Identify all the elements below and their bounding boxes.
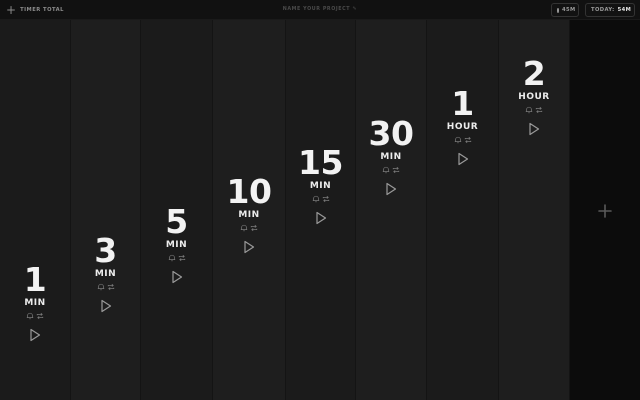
bell-icon[interactable] (26, 312, 34, 320)
bell-icon[interactable] (525, 106, 533, 114)
timer-column[interactable]: 15 MIN (286, 20, 356, 400)
timer-unit: MIN (380, 152, 402, 162)
timer-unit: HOUR (446, 122, 479, 132)
timer-options (240, 224, 258, 232)
timer-options (26, 312, 44, 320)
project-name-field[interactable]: NAME YOUR PROJECT ✎ (0, 6, 640, 12)
timer-options (382, 166, 400, 174)
running-timer-chip[interactable]: 45M (551, 3, 579, 17)
timer-column[interactable]: 5 MIN (141, 20, 213, 400)
play-icon[interactable] (457, 152, 469, 166)
timer-column[interactable]: 1 MIN (0, 20, 71, 400)
timer-unit: HOUR (518, 92, 550, 102)
play-icon[interactable] (243, 240, 255, 254)
timer-options (525, 106, 543, 114)
timer-options (312, 195, 330, 203)
timer-column[interactable]: 1 HOUR (427, 20, 499, 400)
timer-value: 15 (298, 143, 343, 182)
timer-column[interactable]: 30 MIN (356, 20, 427, 400)
timer-card: 1 MIN (0, 260, 70, 342)
running-timer-value: 45M (562, 7, 576, 13)
pencil-icon: ✎ (352, 6, 358, 12)
bell-icon[interactable] (454, 136, 462, 144)
add-timer-panel[interactable] (570, 20, 640, 400)
top-bar: + TIMER TOTAL NAME YOUR PROJECT ✎ 45M TO… (0, 0, 640, 20)
bell-icon[interactable] (382, 166, 390, 174)
timer-unit: MIN (24, 298, 46, 308)
timer-card: 5 MIN (141, 202, 212, 284)
timer-value: 1 (23, 260, 47, 299)
plus-icon[interactable] (597, 203, 613, 219)
timer-value: 3 (94, 231, 117, 270)
timer-value: 30 (368, 114, 414, 153)
timer-card: 2 HOUR (499, 54, 569, 136)
timer-app: + TIMER TOTAL NAME YOUR PROJECT ✎ 45M TO… (0, 0, 640, 400)
timer-column[interactable]: 3 MIN (71, 20, 141, 400)
project-name-placeholder: NAME YOUR PROJECT (282, 7, 351, 12)
timer-value: 10 (226, 172, 272, 211)
clock-icon (557, 7, 559, 13)
today-label: TODAY: (591, 7, 615, 13)
play-icon[interactable] (385, 182, 397, 196)
timer-card: 30 MIN (356, 114, 426, 196)
play-icon[interactable] (171, 270, 183, 284)
timer-card: 1 HOUR (427, 84, 498, 166)
timer-unit: MIN (94, 269, 117, 279)
timer-options (97, 283, 115, 291)
repeat-icon[interactable] (535, 106, 543, 114)
timer-column[interactable]: 10 MIN (213, 20, 286, 400)
repeat-icon[interactable] (107, 283, 115, 291)
timer-unit: MIN (238, 210, 260, 220)
timer-value: 5 (165, 202, 188, 241)
timer-columns: 1 MIN 3 MIN 5 MIN 10 MIN 15 MIN 30 MIN 1… (0, 20, 570, 400)
timer-unit: MIN (309, 181, 332, 191)
timer-card: 10 MIN (213, 172, 285, 254)
play-icon[interactable] (100, 299, 112, 313)
timer-value: 2 (522, 54, 546, 93)
play-icon[interactable] (29, 328, 41, 342)
timer-column[interactable]: 2 HOUR (499, 20, 570, 400)
timer-value: 1 (451, 84, 474, 123)
repeat-icon[interactable] (322, 195, 330, 203)
repeat-icon[interactable] (250, 224, 258, 232)
play-icon[interactable] (315, 211, 327, 225)
timer-card: 15 MIN (286, 143, 355, 225)
today-value: 54M (617, 7, 632, 13)
today-total-chip[interactable]: TODAY: 54M (585, 3, 635, 17)
repeat-icon[interactable] (178, 254, 186, 262)
play-icon[interactable] (528, 122, 540, 136)
timer-unit: MIN (165, 240, 188, 250)
repeat-icon[interactable] (464, 136, 472, 144)
timer-options (168, 254, 186, 262)
bell-icon[interactable] (240, 224, 248, 232)
timer-options (454, 136, 472, 144)
bell-icon[interactable] (168, 254, 176, 262)
repeat-icon[interactable] (36, 312, 44, 320)
timer-card: 3 MIN (71, 231, 140, 313)
bell-icon[interactable] (312, 195, 320, 203)
bell-icon[interactable] (97, 283, 105, 291)
repeat-icon[interactable] (392, 166, 400, 174)
